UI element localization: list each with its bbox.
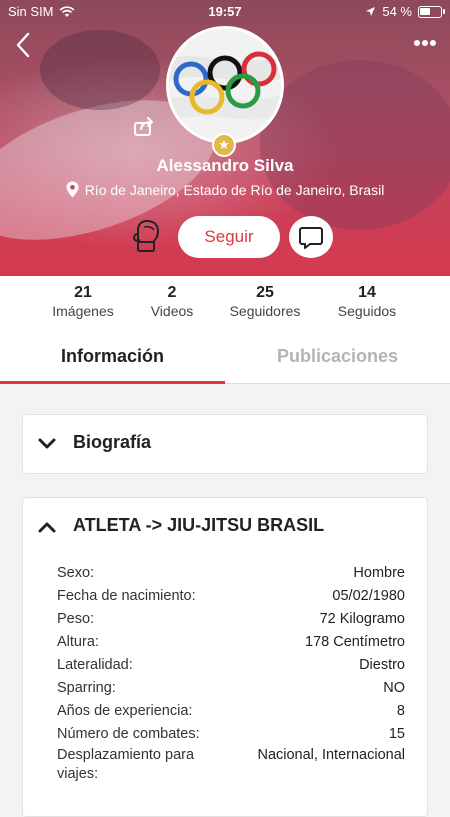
detail-value: 05/02/1980 [332,588,405,604]
detail-key: Fecha de nacimiento: [57,588,196,604]
stat-label: Videos [150,303,194,319]
detail-value: Nacional, Internacional [257,747,405,763]
background-photo-shape [40,30,160,110]
battery-percent: 54 % [382,4,412,19]
location-arrow-icon [366,7,376,16]
detail-key: Altura: [57,634,99,650]
back-button[interactable] [12,30,36,60]
stat-value: 2 [167,284,177,301]
olympic-flag-image [169,29,281,141]
detail-key: Desplazamiento para viajes: [57,747,195,782]
profile-tabs: Información Publicaciones [0,336,450,384]
biography-toggle[interactable]: Biografía [23,415,427,473]
back-icon [16,32,30,58]
message-button[interactable] [289,216,333,258]
more-icon [414,40,436,46]
detail-value: Diestro [359,657,405,673]
share-icon [134,117,153,136]
location-pin-icon [66,181,79,198]
stat-label: Seguidos [337,303,397,319]
detail-key: Número de combates: [57,726,200,742]
detail-key: Años de experiencia: [57,703,193,719]
athlete-card: ATLETA -> JIU-JITSU BRASIL Sexo: Hombre … [22,497,428,817]
location-text: Río de Janeiro, Estado de Río de Janeiro… [84,182,385,198]
share-button[interactable] [132,114,156,138]
follow-button[interactable]: Seguir [178,216,280,258]
detail-row: Número de combates: 15 [57,723,405,746]
athlete-toggle[interactable]: ATLETA -> JIU-JITSU BRASIL [23,498,427,556]
detail-key: Peso: [57,611,95,627]
battery-icon [418,5,445,18]
stat-label: Imágenes [52,303,114,319]
star-icon: ★ [212,133,236,157]
active-tab-indicator [0,381,225,384]
detail-value: 178 Centímetro [305,634,405,650]
detail-key: Lateralidad: [57,657,133,673]
detail-key: Sparring: [57,680,116,696]
profile-name: Alessandro Silva [156,156,294,175]
stat-value: 21 [74,284,92,301]
stat-followers[interactable]: 25 Seguidores [220,284,310,319]
detail-value: 8 [396,703,405,719]
chevron-up-icon [38,522,56,533]
detail-row: Años de experiencia: 8 [57,700,405,723]
athlete-title: ATLETA -> JIU-JITSU BRASIL [73,515,325,535]
detail-value: 15 [388,726,405,742]
stat-images[interactable]: 21 Imágenes [38,284,128,319]
biography-card: Biografía [22,414,428,474]
athlete-details: Sexo: Hombre Fecha de nacimiento: 05/02/… [57,562,405,788]
detail-row: Altura: 178 Centímetro [57,631,405,654]
detail-row: Fecha de nacimiento: 05/02/1980 [57,585,405,608]
detail-key: Sexo: [57,565,95,581]
stat-value: 25 [256,284,274,301]
detail-value: Hombre [353,565,405,581]
chat-icon [299,227,323,249]
stat-value: 14 [358,284,376,301]
chevron-down-icon [38,438,56,449]
detail-row: Peso: 72 Kilogramo [57,608,405,631]
stat-label: Seguidores [229,303,301,319]
avatar[interactable] [166,26,284,144]
detail-value: NO [383,680,405,696]
tab-publications[interactable]: Publicaciones [225,336,450,384]
background-photo-shape [260,60,450,230]
tab-information[interactable]: Información [0,336,225,384]
profile-location: Río de Janeiro, Estado de Río de Janeiro… [0,181,450,198]
detail-row: Desplazamiento para viajes: Nacional, In… [57,746,405,788]
detail-row: Sparring: NO [57,677,405,700]
detail-value: 72 Kilogramo [319,611,405,627]
biography-title: Biografía [73,432,152,452]
detail-row: Lateralidad: Diestro [57,654,405,677]
stat-videos[interactable]: 2 Videos [127,284,217,319]
detail-row: Sexo: Hombre [57,562,405,585]
profile-stats: 21 Imágenes 2 Videos 25 Seguidores 14 Se… [0,276,450,336]
more-options-button[interactable] [412,36,438,50]
boxing-glove-icon [130,218,162,254]
profile-header: Sin SIM 19:57 54 % ★ Alessandro Silva Rí… [0,0,450,276]
status-bar: Sin SIM 19:57 54 % [0,0,450,22]
stat-following[interactable]: 14 Seguidos [322,284,412,319]
